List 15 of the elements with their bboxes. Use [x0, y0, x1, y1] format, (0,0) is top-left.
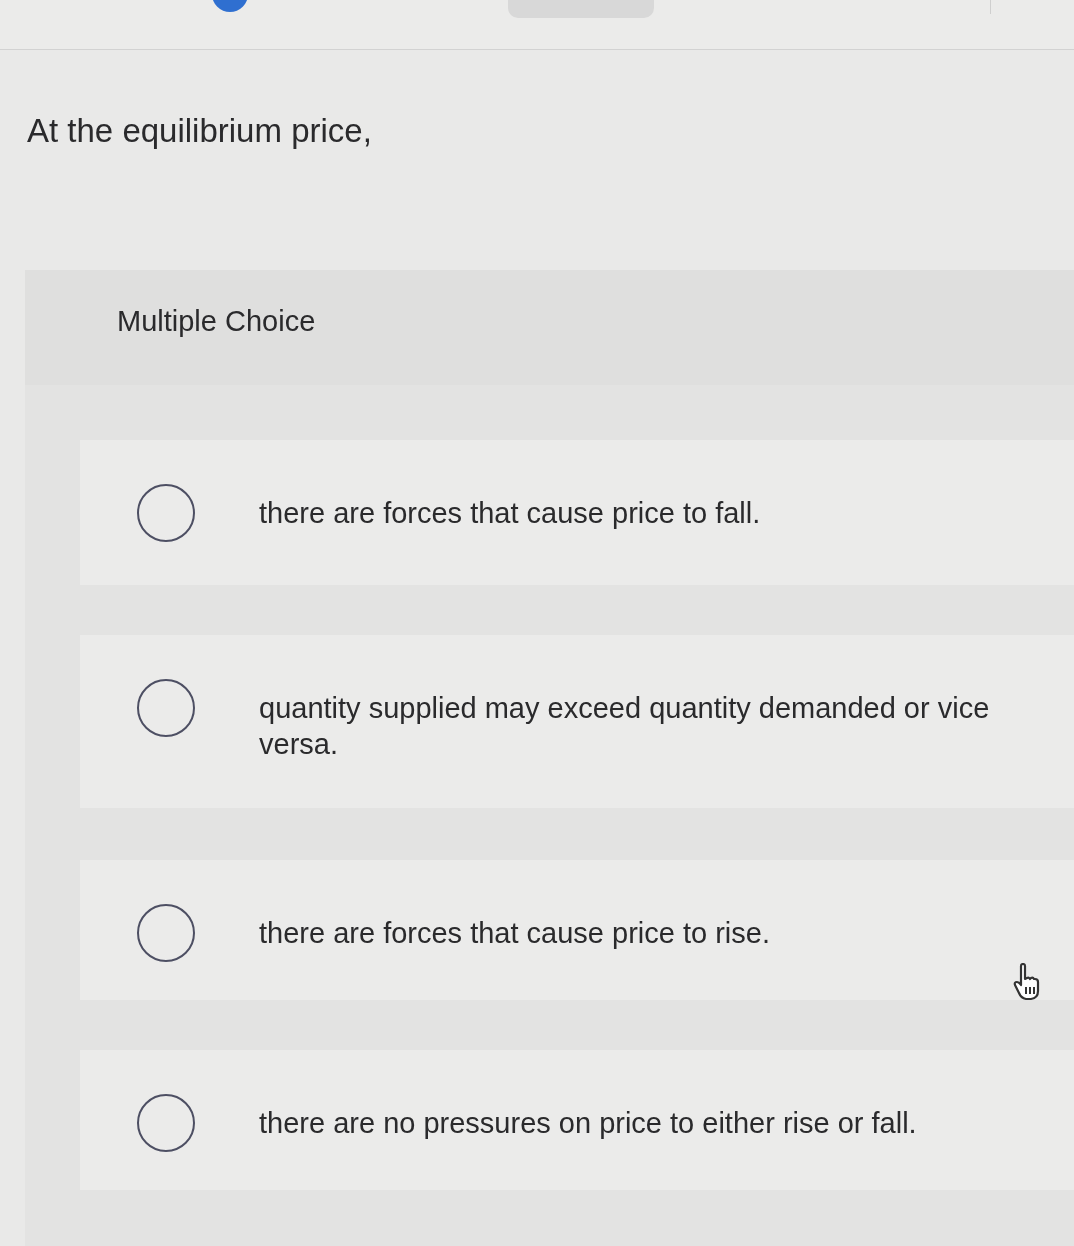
radio-button[interactable]	[137, 1094, 195, 1152]
badge-icon[interactable]	[212, 0, 248, 12]
option-card[interactable]: quantity supplied may exceed quantity demanded or vice versa.	[80, 635, 1074, 808]
option-text: there are no pressures on price to either rise or fall.	[259, 1106, 918, 1141]
question-text: At the equilibrium price,	[27, 111, 372, 151]
option-card[interactable]: there are forces that cause price to fall.	[80, 440, 1074, 585]
option-card[interactable]: there are forces that cause price to rise.	[80, 860, 1074, 1000]
radio-button[interactable]	[137, 484, 195, 542]
option-text: there are forces that cause price to rise.	[259, 916, 771, 951]
panel-heading: Multiple Choice	[117, 303, 316, 339]
option-card[interactable]: there are no pressures on price to either rise or fall.	[80, 1050, 1074, 1190]
option-text: there are forces that cause price to fall.	[259, 496, 762, 531]
radio-button[interactable]	[137, 679, 195, 737]
option-text: quantity supplied may exceed quantity demanded or vice versa.	[259, 691, 991, 762]
radio-button[interactable]	[137, 904, 195, 962]
